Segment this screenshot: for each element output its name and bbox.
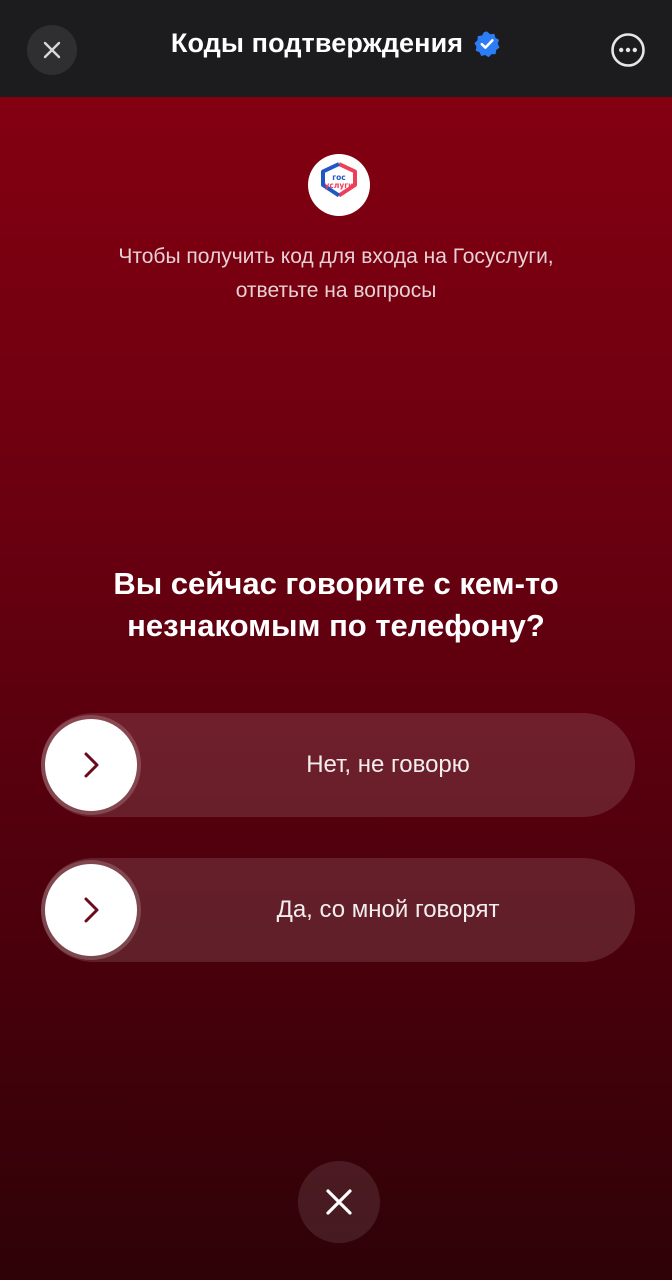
title-group: Коды подтверждения [0, 28, 672, 59]
gosuslugi-logo: гос услуги [308, 154, 370, 216]
chevron-right-icon [84, 752, 99, 778]
option-yes-label: Да, со мной говорят [276, 896, 500, 923]
option-yes-slider-knob[interactable] [45, 864, 137, 956]
question-line-2: незнакомым по телефону? [127, 608, 545, 643]
option-no-slider-knob[interactable] [45, 719, 137, 811]
dismiss-button[interactable] [298, 1161, 380, 1243]
question-line-1: Вы сейчас говорите с кем-то [113, 566, 559, 601]
option-no-label: Нет, не говорю [306, 751, 470, 778]
close-icon [326, 1189, 352, 1215]
top-bar: Коды подтверждения [0, 0, 672, 97]
option-no-button[interactable]: Нет, не говорю [41, 713, 635, 817]
screen: Коды подтверждения гос услуги Чтобы полу… [0, 0, 672, 1280]
intro-line-2: ответьте на вопросы [235, 279, 437, 302]
option-yes-button[interactable]: Да, со мной говорят [41, 858, 635, 962]
logo-text-line2: услуги [325, 181, 354, 190]
chevron-right-icon [84, 897, 99, 923]
more-options-icon [611, 33, 645, 67]
more-options-button[interactable] [610, 32, 646, 68]
main-content: гос услуги Чтобы получить код для входа … [0, 97, 672, 1280]
intro-text: Чтобы получить код для входа на Госуслуг… [40, 240, 632, 308]
question-text: Вы сейчас говорите с кем-то незнакомым п… [40, 563, 632, 647]
verified-badge-icon [474, 31, 500, 57]
gosuslugi-logo-mark: гос услуги [321, 162, 357, 198]
intro-line-1: Чтобы получить код для входа на Госуслуг… [118, 245, 554, 268]
page-title: Коды подтверждения [170, 28, 464, 58]
